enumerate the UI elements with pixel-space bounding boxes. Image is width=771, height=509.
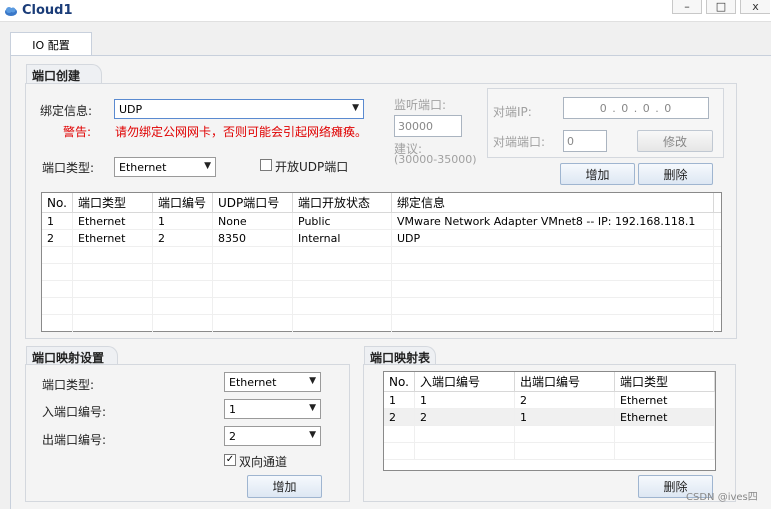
out-port-label: 出端口编号:	[42, 433, 107, 447]
suggest-range: (30000-35000)	[394, 153, 477, 166]
column-header[interactable]: 端口编号	[153, 193, 213, 212]
out-port-value: 2	[229, 429, 236, 443]
bind-info-value: UDP	[119, 102, 143, 116]
column-header[interactable]: 入端口编号	[415, 372, 515, 391]
add-mapping-button[interactable]: 增加	[247, 475, 322, 498]
cell: Ethernet	[615, 409, 715, 425]
mapping-table-header: No. 入端口编号 出端口编号 端口类型	[384, 372, 715, 392]
warning-label: 警告:	[63, 125, 92, 139]
mapping-table[interactable]: No. 入端口编号 出端口编号 端口类型 1 1 2 Ethernet 2 2 …	[383, 371, 716, 471]
delete-port-button[interactable]: 删除	[638, 163, 713, 185]
empty-row	[42, 281, 721, 298]
open-udp-checkbox[interactable]	[260, 159, 272, 171]
cell: Ethernet	[73, 213, 153, 229]
port-table-header: No. 端口类型 端口编号 UDP端口号 端口开放状态 绑定信息	[42, 193, 721, 213]
out-port-select[interactable]: 2 ▼	[224, 426, 321, 446]
cell: 2	[515, 392, 615, 408]
cell: Ethernet	[73, 230, 153, 246]
chevron-down-icon: ▼	[309, 376, 316, 386]
port-create-title: 端口创建	[32, 69, 81, 83]
listen-port-label: 监听端口:	[394, 98, 447, 112]
empty-row	[384, 443, 715, 460]
cell: None	[213, 213, 293, 229]
table-row[interactable]: 1 Ethernet 1 None Public VMware Network …	[42, 213, 721, 230]
bidirectional-label: 双向通道	[239, 455, 288, 469]
table-row[interactable]: 2 2 1 Ethernet	[384, 409, 715, 426]
open-udp-label: 开放UDP端口	[275, 160, 349, 174]
warning-text: 请勿绑定公网网卡，否则可能会引起网络瘫痪。	[115, 125, 368, 139]
cell: Ethernet	[615, 392, 715, 408]
bidirectional-checkbox[interactable]: ✓	[224, 454, 236, 466]
empty-row	[42, 298, 721, 315]
port-table[interactable]: No. 端口类型 端口编号 UDP端口号 端口开放状态 绑定信息 1 Ether…	[41, 192, 722, 332]
add-port-button[interactable]: 增加	[560, 163, 635, 185]
cell: 2	[42, 230, 73, 246]
close-button[interactable]: x	[740, 0, 770, 14]
port-type-select[interactable]: Ethernet ▼	[114, 157, 216, 177]
table-row[interactable]: 2 Ethernet 2 8350 Internal UDP	[42, 230, 721, 247]
empty-row	[42, 247, 721, 264]
cell: Public	[293, 213, 392, 229]
maximize-button[interactable]: □	[706, 0, 736, 14]
port-type-label: 端口类型:	[42, 161, 95, 175]
bind-info-select[interactable]: UDP ▼	[114, 99, 364, 119]
port-type-value: Ethernet	[119, 160, 167, 174]
cell: UDP	[392, 230, 714, 246]
cell: Internal	[293, 230, 392, 246]
empty-row	[384, 426, 715, 443]
column-header[interactable]: 出端口编号	[515, 372, 615, 391]
checkmark-icon: ✓	[225, 454, 235, 465]
peer-port-input[interactable]: 0	[563, 130, 607, 152]
in-port-value: 1	[229, 402, 236, 416]
cell: 1	[384, 392, 415, 408]
map-port-type-label: 端口类型:	[42, 378, 95, 392]
empty-row	[42, 315, 721, 332]
in-port-label: 入端口编号:	[42, 405, 107, 419]
mapping-table-title: 端口映射表	[370, 351, 431, 365]
cell: 1	[153, 213, 213, 229]
in-port-select[interactable]: 1 ▼	[224, 399, 321, 419]
empty-row	[42, 264, 721, 281]
peer-ip-input[interactable]: 0 . 0 . 0 . 0	[563, 97, 709, 119]
peer-ip-label: 对端IP:	[493, 105, 532, 119]
cell: 2	[415, 409, 515, 425]
cell: 2	[153, 230, 213, 246]
column-header[interactable]: 端口类型	[615, 372, 715, 391]
window-title: Cloud1	[22, 3, 73, 18]
column-header[interactable]: No.	[384, 372, 415, 391]
column-header[interactable]: 绑定信息	[392, 193, 714, 212]
column-header[interactable]: 端口开放状态	[293, 193, 392, 212]
column-header[interactable]: No.	[42, 193, 73, 212]
cell: 8350	[213, 230, 293, 246]
column-header[interactable]: UDP端口号	[213, 193, 293, 212]
chevron-down-icon: ▼	[204, 161, 211, 171]
chevron-down-icon: ▼	[352, 103, 359, 113]
title-bar[interactable]: Cloud1 – □ x	[0, 0, 771, 22]
map-port-type-value: Ethernet	[229, 375, 277, 389]
cell: 1	[42, 213, 73, 229]
cell: 1	[515, 409, 615, 425]
map-port-type-select[interactable]: Ethernet ▼	[224, 372, 321, 392]
bind-info-label: 绑定信息:	[40, 104, 93, 118]
watermark-text: CSDN @ives四	[686, 492, 758, 503]
cell: 2	[384, 409, 415, 425]
listen-port-input[interactable]: 30000	[394, 115, 462, 137]
tab-io-config[interactable]: IO 配置	[10, 32, 92, 56]
cell: VMware Network Adapter VMnet8 -- IP: 192…	[392, 213, 714, 229]
peer-port-label-text: 对端端口:	[493, 135, 546, 149]
cell: 1	[415, 392, 515, 408]
chevron-down-icon: ▼	[309, 403, 316, 413]
column-header[interactable]: 端口类型	[73, 193, 153, 212]
cloud-icon	[4, 4, 18, 18]
chevron-down-icon: ▼	[309, 430, 316, 440]
minimize-button[interactable]: –	[672, 0, 702, 14]
table-row[interactable]: 1 1 2 Ethernet	[384, 392, 715, 409]
modify-button[interactable]: 修改	[637, 130, 713, 152]
mapping-settings-title: 端口映射设置	[32, 351, 105, 365]
